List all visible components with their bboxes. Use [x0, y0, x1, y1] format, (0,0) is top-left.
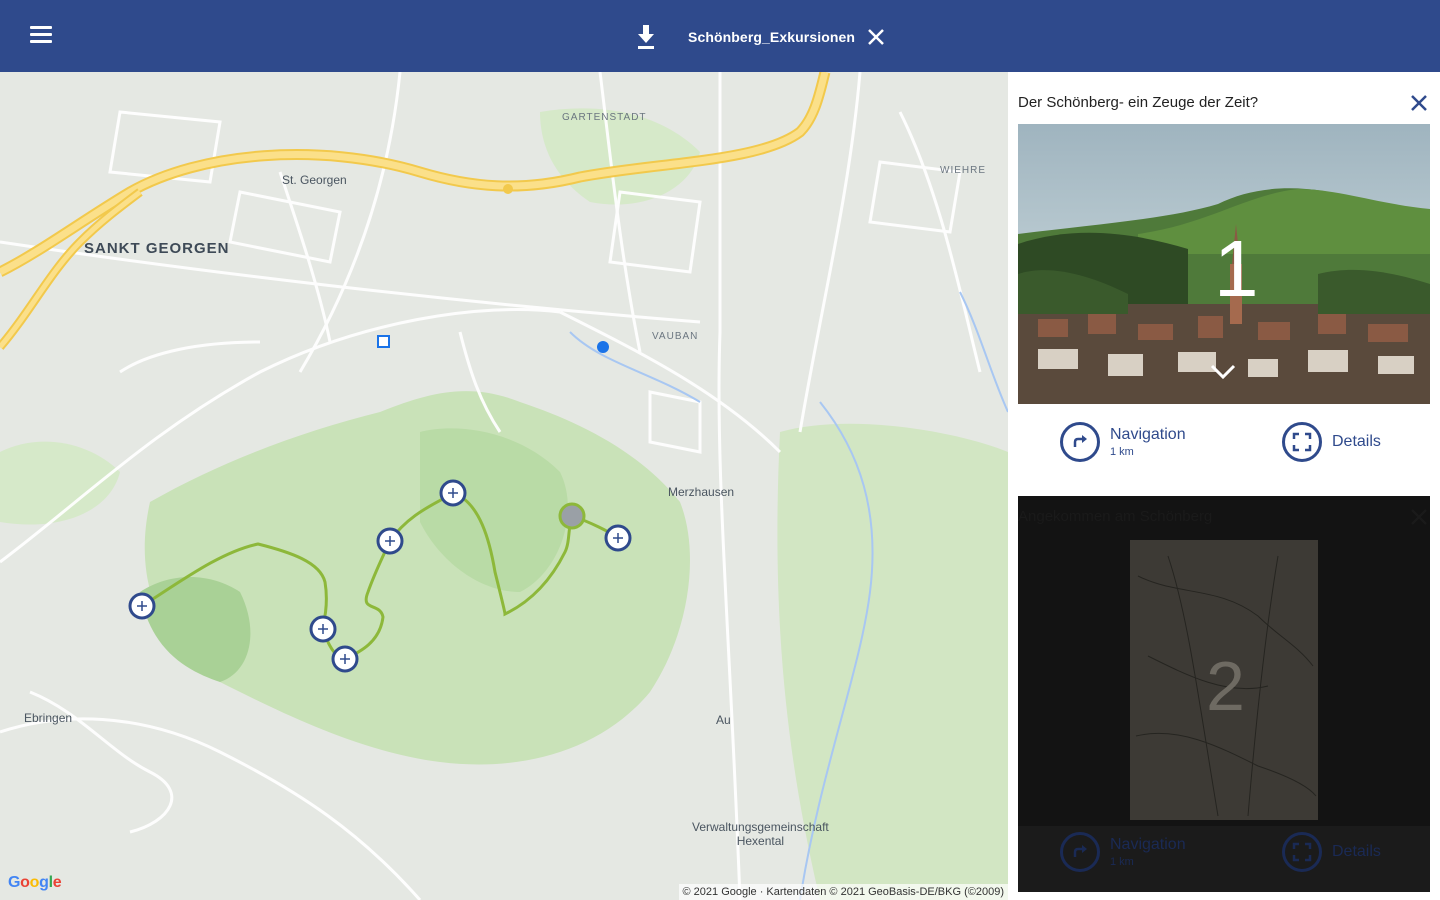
- close-card-button[interactable]: [1410, 508, 1428, 526]
- menu-icon-line: [30, 40, 52, 43]
- stop-card-2[interactable]: Angekommen am Schönberg 2 Navigation 1 k…: [1018, 496, 1430, 892]
- stop-image[interactable]: 1: [1018, 124, 1430, 404]
- close-route-button[interactable]: [865, 26, 887, 48]
- expand-button[interactable]: [1208, 362, 1238, 382]
- map-label: Ebringen: [24, 711, 73, 725]
- menu-icon: [30, 26, 52, 29]
- card-actions: Navigation 1 km Details: [1018, 412, 1430, 472]
- stop-card-title: Der Schönberg- ein Zeuge der Zeit?: [1018, 94, 1259, 111]
- stop-card-1: Der Schönberg- ein Zeuge der Zeit? 1 Nav…: [1018, 72, 1430, 482]
- close-icon: [1411, 509, 1427, 525]
- map-label: St. Georgen: [282, 173, 347, 187]
- map-attribution[interactable]: © 2021 Google · Kartendaten © 2021 GeoBa…: [678, 884, 1008, 900]
- close-icon: [868, 29, 884, 45]
- fullscreen-glyph: [1292, 432, 1312, 452]
- stop-card-title: Angekommen am Schönberg: [1018, 508, 1213, 525]
- map-label: SANKT GEORGEN: [84, 240, 230, 257]
- location-dot: [597, 341, 609, 353]
- navigation-distance: 1 km: [1110, 446, 1134, 458]
- fullscreen-icon: [1282, 422, 1322, 462]
- stop-number: 1: [1214, 224, 1259, 313]
- navigation-button[interactable]: Navigation 1 km: [1060, 832, 1186, 872]
- logo-letter: G: [8, 874, 21, 891]
- navigation-text: Navigation 1 km: [1100, 836, 1186, 868]
- fullscreen-glyph: [1292, 842, 1312, 862]
- navigation-distance: 1 km: [1110, 856, 1134, 868]
- map-label: WIEHRE: [940, 165, 986, 176]
- map-label: Verwaltungsgemeinschaft Hexental: [692, 820, 829, 848]
- map-label: VAUBAN: [652, 331, 699, 342]
- map-label: Au: [716, 713, 731, 727]
- chevron-down-icon: [1210, 364, 1236, 380]
- directions-glyph: [1073, 845, 1087, 857]
- map-label: Merzhausen: [668, 485, 735, 499]
- google-logo: Google: [8, 874, 62, 892]
- logo-letter: e: [52, 874, 62, 891]
- directions-glyph: [1073, 435, 1087, 447]
- stop-number: 2: [1206, 647, 1245, 725]
- details-label: Details: [1332, 843, 1381, 860]
- logo-letter: o: [29, 874, 40, 891]
- top-app-bar: Schönberg_Exkursionen: [0, 0, 1440, 72]
- map-view[interactable]: GARTENSTADT St. Georgen SANKT GEORGEN VA…: [0, 72, 1008, 900]
- download-button[interactable]: [634, 23, 658, 51]
- map-label: GARTENSTADT: [562, 112, 647, 123]
- logo-letter: o: [20, 874, 30, 891]
- current-marker: [558, 502, 586, 530]
- stop-panel: Der Schönberg- ein Zeuge der Zeit? 1 Nav…: [1008, 72, 1440, 900]
- navigation-label: Navigation: [1110, 426, 1186, 443]
- details-label: Details: [1332, 433, 1381, 450]
- navigation-label: Navigation: [1110, 836, 1186, 853]
- logo-letter: g: [39, 874, 49, 891]
- map-label-line: Verwaltungsgemeinschaft: [692, 820, 829, 834]
- route-name: Schönberg_Exkursionen: [688, 29, 856, 45]
- close-card-button[interactable]: [1410, 94, 1428, 112]
- close-icon: [1411, 95, 1427, 111]
- details-button[interactable]: Details: [1282, 832, 1381, 872]
- menu-button[interactable]: [26, 22, 56, 50]
- menu-icon-line: [30, 33, 52, 36]
- directions-icon: [1060, 422, 1100, 462]
- route-title-group: Schönberg_Exkursionen: [634, 20, 887, 54]
- map-label-line: Hexental: [736, 834, 785, 848]
- navigation-text: Navigation 1 km: [1100, 426, 1186, 458]
- transit-marker: [377, 335, 390, 348]
- fullscreen-icon: [1282, 832, 1322, 872]
- navigation-button[interactable]: Navigation 1 km: [1060, 422, 1186, 462]
- details-button[interactable]: Details: [1282, 422, 1381, 462]
- directions-icon: [1060, 832, 1100, 872]
- map-canvas[interactable]: [0, 72, 1008, 900]
- download-icon: [638, 25, 654, 49]
